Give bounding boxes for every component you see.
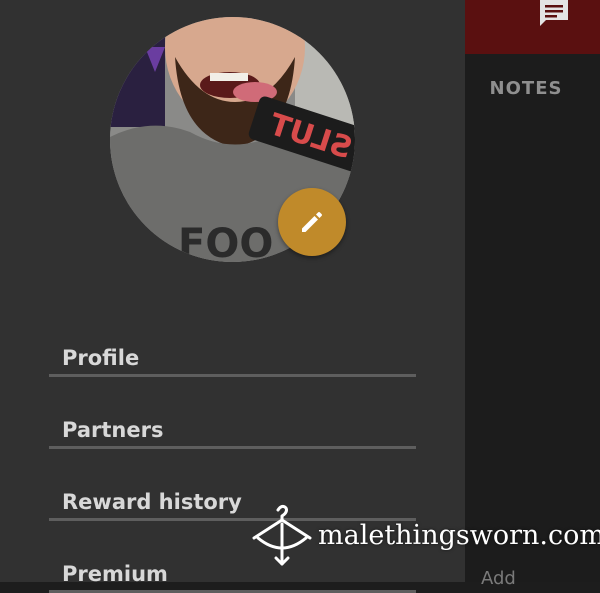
edit-avatar-button[interactable] — [278, 188, 346, 256]
pencil-icon — [302, 212, 322, 232]
app-header-bar — [465, 0, 600, 54]
hanger-bow-logo — [252, 504, 312, 566]
menu-item-label: Partners — [62, 418, 164, 442]
tab-notes[interactable]: NOTES — [465, 78, 587, 99]
watermark: malethingsworn.com — [250, 502, 600, 566]
navigation-drawer: SLUT FOO Profile Partners Reward history… — [0, 0, 465, 593]
shirt-text: FOO — [178, 221, 273, 262]
menu-item-label: Reward history — [62, 490, 242, 514]
menu-item-label: Profile — [62, 346, 140, 370]
background-app-panel: NOTES Add — [465, 0, 600, 589]
add-text[interactable]: Add — [481, 568, 516, 589]
watermark-text: malethingsworn.com — [318, 520, 600, 551]
menu-item-profile[interactable]: Profile — [49, 334, 416, 377]
chat-note-icon[interactable] — [538, 0, 570, 28]
menu-item-label: Premium — [62, 562, 168, 586]
menu-item-partners[interactable]: Partners — [49, 406, 416, 449]
